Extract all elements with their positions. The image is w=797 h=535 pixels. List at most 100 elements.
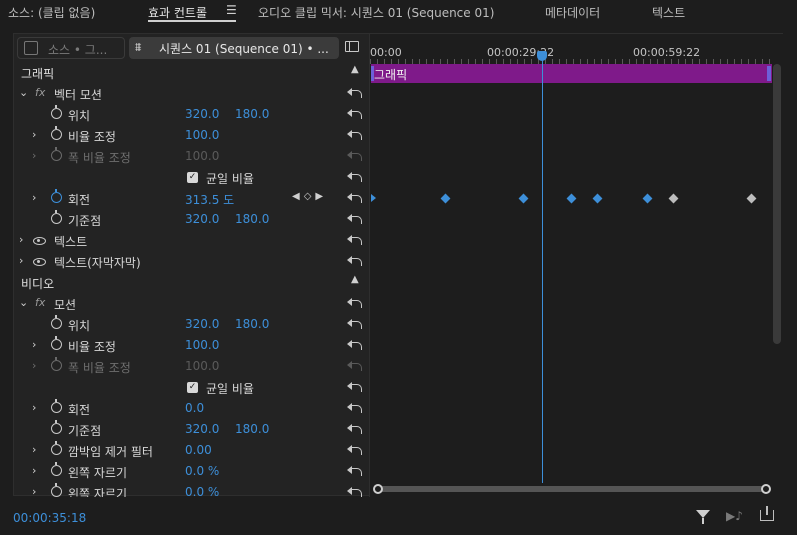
rotation-value[interactable]: 0.0 — [185, 401, 204, 415]
stopwatch-icon[interactable] — [51, 483, 62, 497]
reset-icon[interactable] — [347, 381, 363, 393]
chevron-right-icon[interactable]: › — [32, 485, 36, 497]
reset-icon[interactable] — [347, 339, 363, 351]
clip-out-handle[interactable] — [767, 66, 771, 81]
keyframe[interactable] — [371, 194, 380, 202]
chevron-right-icon[interactable]: › — [32, 338, 36, 351]
stopwatch-icon[interactable] — [51, 441, 62, 455]
chevron-right-icon[interactable]: › — [32, 191, 36, 204]
chevron-right-icon[interactable]: › — [32, 149, 36, 162]
stopwatch-icon[interactable] — [51, 336, 62, 350]
crop-left-2-value[interactable]: 0.0 % — [185, 485, 219, 497]
keyframe-timeline[interactable]: 00:00 00:00:29:22 00:00:59:22 그래픽 — [369, 34, 785, 497]
zoom-handle-right[interactable] — [761, 484, 771, 494]
reset-icon[interactable] — [347, 465, 363, 477]
position-x-value[interactable]: 320.0 — [185, 317, 219, 331]
time-ruler[interactable]: 00:00 00:00:29:22 00:00:59:22 — [370, 34, 785, 64]
chevron-right-icon[interactable]: › — [19, 254, 23, 267]
keyframe[interactable] — [642, 193, 653, 204]
eye-icon[interactable] — [33, 237, 46, 245]
zoom-handle-left[interactable] — [373, 484, 383, 494]
reset-icon[interactable] — [347, 171, 363, 183]
antiflicker-value[interactable]: 0.00 — [185, 443, 212, 457]
fx-icon[interactable]: fx — [35, 296, 45, 309]
reset-icon[interactable] — [347, 234, 363, 246]
keyframe[interactable] — [518, 193, 529, 204]
tab-audio-clip-mixer[interactable]: 오디오 클립 믹서: 시퀀스 01 (Sequence 01) — [258, 4, 494, 21]
reset-icon[interactable] — [347, 402, 363, 414]
prop-label: 회전 — [68, 403, 91, 417]
filter-icon[interactable] — [696, 510, 710, 524]
vertical-scrollbar[interactable] — [773, 64, 781, 344]
anchor-x-value[interactable]: 320.0 — [185, 212, 219, 226]
reset-icon[interactable] — [347, 108, 363, 120]
export-icon[interactable] — [760, 506, 774, 521]
keyframe-navigator[interactable]: ◀◇▶ — [292, 191, 327, 202]
uniform-scale-checkbox[interactable]: ✓ — [187, 382, 198, 393]
chevron-right-icon[interactable]: › — [32, 401, 36, 414]
chevron-down-icon[interactable]: ⌄ — [19, 296, 28, 309]
anchor-x-value[interactable]: 320.0 — [185, 422, 219, 436]
uniform-scale-checkbox[interactable]: ✓ — [187, 172, 198, 183]
reset-icon[interactable] — [347, 213, 363, 225]
audio-loop-icon[interactable]: ▶♪ — [726, 509, 743, 523]
stopwatch-icon[interactable] — [51, 105, 62, 119]
chevron-right-icon[interactable]: › — [32, 359, 36, 372]
scale-value[interactable]: 100.0 — [185, 338, 219, 352]
chevron-right-icon[interactable]: › — [32, 443, 36, 456]
chevron-down-icon[interactable]: ⌄ — [19, 86, 28, 99]
stopwatch-icon[interactable] — [51, 315, 62, 329]
stopwatch-icon[interactable] — [51, 462, 62, 476]
eye-icon[interactable] — [33, 258, 46, 266]
prop-rotation: › 회전 0.0 — [14, 398, 368, 419]
toggle-timeline-view-icon[interactable] — [345, 41, 359, 52]
stopwatch-icon[interactable] — [51, 189, 62, 203]
current-timecode[interactable]: 00:00:35:18 — [13, 511, 86, 525]
reset-icon[interactable] — [347, 318, 363, 330]
source-clip-dropdown[interactable]: 소스 • 그... — [17, 37, 125, 59]
reset-icon[interactable] — [347, 87, 363, 99]
position-x-value[interactable]: 320.0 — [185, 107, 219, 121]
position-y-value[interactable]: 180.0 — [235, 107, 269, 121]
fx-icon[interactable]: fx — [35, 86, 45, 99]
stopwatch-icon[interactable] — [51, 399, 62, 413]
reset-icon[interactable] — [347, 486, 363, 497]
keyframe[interactable] — [746, 193, 757, 204]
clip-label: 그래픽 — [374, 68, 408, 82]
reset-icon[interactable] — [347, 423, 363, 435]
horizontal-zoom-scrollbar[interactable] — [373, 484, 771, 494]
chevron-right-icon[interactable]: › — [32, 128, 36, 141]
keyframe[interactable] — [440, 193, 451, 204]
tab-metadata[interactable]: 메타데이터 — [545, 4, 600, 21]
anchor-y-value[interactable]: 180.0 — [235, 212, 269, 226]
rotation-value[interactable]: 313.5 도 — [185, 191, 234, 208]
reset-icon[interactable] — [347, 444, 363, 456]
scale-value[interactable]: 100.0 — [185, 128, 219, 142]
tab-effect-controls[interactable]: 효과 컨트롤 — [148, 4, 207, 21]
stopwatch-icon[interactable] — [51, 126, 62, 140]
layer-text: › 텍스트 — [14, 230, 368, 251]
panel-menu-icon[interactable]: ☰ — [226, 3, 237, 17]
sequence-clip-dropdown[interactable]: ⩩ 시퀀스 01 (Sequence 01) • ... — [129, 37, 339, 59]
keyframe[interactable] — [592, 193, 603, 204]
stopwatch-icon[interactable] — [51, 210, 62, 224]
keyframe[interactable] — [668, 193, 679, 204]
position-y-value[interactable]: 180.0 — [235, 317, 269, 331]
tab-text[interactable]: 텍스트 — [652, 4, 685, 21]
prop-crop-left: › 왼쪽 자르기 0.0 % — [14, 461, 368, 482]
reset-icon[interactable] — [347, 192, 363, 204]
reset-icon[interactable] — [347, 129, 363, 141]
tab-source[interactable]: 소스: (클립 없음) — [8, 4, 95, 21]
reset-icon[interactable] — [347, 297, 363, 309]
section-title: 비디오 — [21, 277, 55, 291]
keyframe[interactable] — [566, 193, 577, 204]
graphic-clip-bar[interactable]: 그래픽 — [371, 64, 772, 83]
crop-left-value[interactable]: 0.0 % — [185, 464, 219, 478]
chevron-right-icon[interactable]: › — [32, 464, 36, 477]
stopwatch-icon[interactable] — [51, 420, 62, 434]
reset-icon[interactable] — [347, 255, 363, 267]
collapse-up-icon[interactable]: ▲ — [351, 274, 359, 285]
chevron-right-icon[interactable]: › — [19, 233, 23, 246]
collapse-up-icon[interactable]: ▲ — [351, 64, 359, 75]
anchor-y-value[interactable]: 180.0 — [235, 422, 269, 436]
